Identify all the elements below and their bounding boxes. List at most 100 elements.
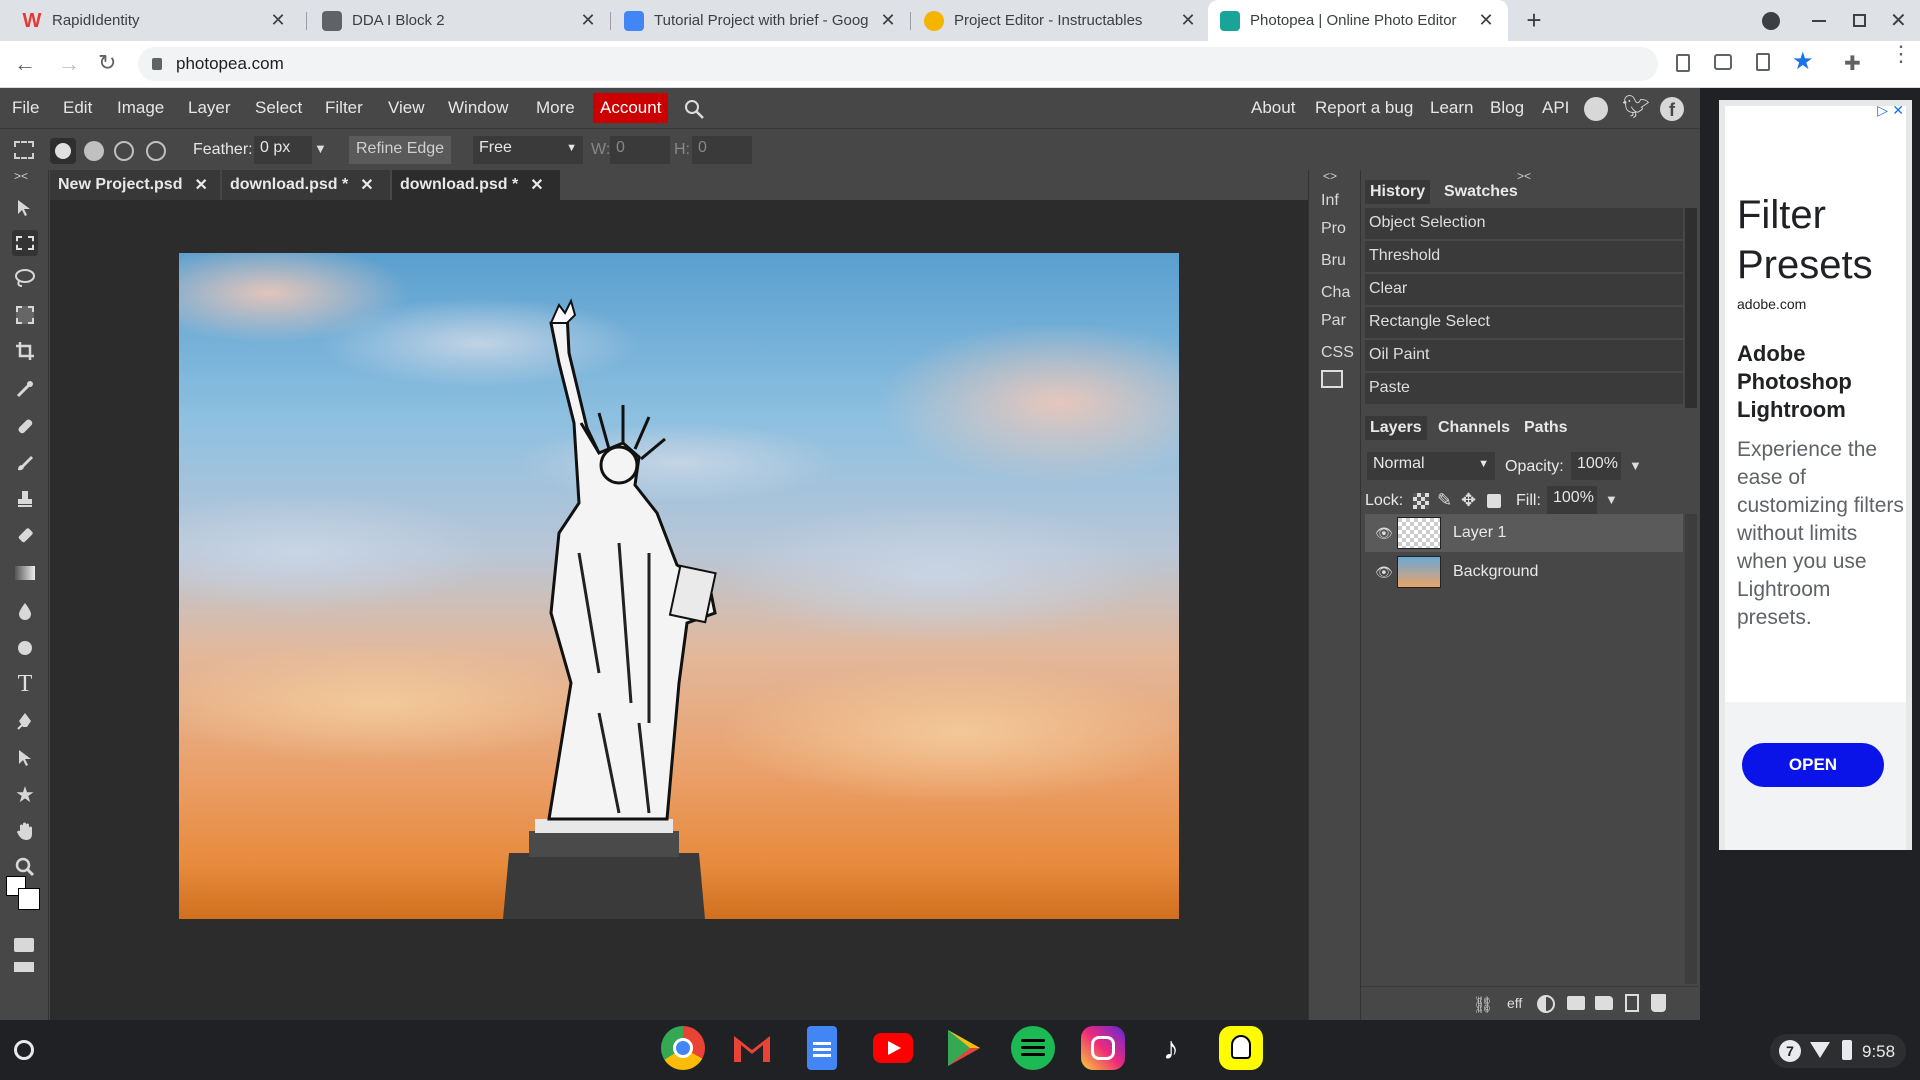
page-icon[interactable] bbox=[1756, 53, 1770, 71]
learn-link[interactable]: Learn bbox=[1430, 98, 1473, 118]
visibility-eye-icon[interactable]: 👁︎ bbox=[1375, 564, 1393, 581]
tab-rapididentity[interactable]: W RapidIdentity ✕ bbox=[10, 0, 300, 41]
tab-google-doc[interactable]: Tutorial Project with brief - Goog ✕ bbox=[612, 0, 910, 41]
twitter-icon[interactable]: 🐦︎ bbox=[1622, 94, 1650, 120]
layer-name[interactable]: Layer 1 bbox=[1453, 524, 1506, 542]
layers-tab[interactable]: Layers bbox=[1365, 416, 1427, 440]
feather-input[interactable]: 0 px bbox=[254, 136, 312, 164]
history-scrollbar[interactable] bbox=[1685, 208, 1697, 408]
play-store-app-icon[interactable] bbox=[942, 1026, 986, 1070]
history-tab[interactable]: History bbox=[1365, 180, 1431, 204]
paragraph-panel-button[interactable]: Par bbox=[1321, 312, 1346, 330]
close-window-icon[interactable]: ✕ bbox=[1890, 8, 1907, 33]
extensions-icon[interactable]: ✚ bbox=[1844, 51, 1861, 76]
menu-more[interactable]: More bbox=[536, 98, 575, 118]
brush-panel-button[interactable]: Bru bbox=[1321, 252, 1346, 270]
layer-name[interactable]: Background bbox=[1453, 563, 1538, 581]
layer-row[interactable]: 👁︎ Background bbox=[1365, 553, 1683, 591]
instagram-app-icon[interactable] bbox=[1081, 1026, 1125, 1070]
opacity-dropdown-icon[interactable]: ▼ bbox=[1629, 458, 1642, 473]
close-doc-icon[interactable]: ✕ bbox=[530, 175, 543, 195]
tab-close-icon[interactable]: ✕ bbox=[878, 10, 898, 31]
bookmark-star-icon[interactable]: ★ bbox=[1792, 47, 1814, 76]
history-item[interactable]: Oil Paint bbox=[1365, 340, 1683, 372]
launcher-icon[interactable] bbox=[14, 1040, 34, 1060]
move-tool-icon[interactable] bbox=[12, 195, 38, 221]
restore-icon[interactable] bbox=[1853, 14, 1866, 27]
back-icon[interactable]: ← bbox=[14, 51, 36, 77]
lock-move-icon[interactable]: ✥ bbox=[1461, 490, 1476, 511]
layer-mask-icon[interactable] bbox=[1567, 996, 1585, 1010]
image-canvas[interactable] bbox=[179, 253, 1179, 919]
doc-tab-download-active[interactable]: download.psd * ✕ bbox=[392, 170, 560, 200]
pen-tool-icon[interactable] bbox=[12, 708, 38, 734]
paths-tab[interactable]: Paths bbox=[1519, 416, 1573, 440]
layers-scrollbar[interactable] bbox=[1685, 514, 1697, 984]
eyedropper-tool-icon[interactable] bbox=[12, 376, 38, 402]
tab-close-icon[interactable]: ✕ bbox=[1178, 10, 1198, 31]
subtract-selection-icon[interactable] bbox=[114, 141, 134, 161]
search-icon[interactable] bbox=[683, 98, 705, 120]
effects-button[interactable]: eff bbox=[1507, 995, 1522, 1011]
ad-close-icon[interactable]: ✕ bbox=[1892, 102, 1904, 119]
report-bug-link[interactable]: Report a bug bbox=[1315, 98, 1413, 118]
opacity-input[interactable]: 100% bbox=[1571, 452, 1621, 480]
tab-photopea[interactable]: Photopea | Online Photo Editor ✕ bbox=[1208, 0, 1508, 41]
api-link[interactable]: API bbox=[1542, 98, 1569, 118]
lock-brush-icon[interactable]: ✎ bbox=[1437, 490, 1452, 511]
brush-tool-icon[interactable] bbox=[12, 450, 38, 476]
image-panel-icon[interactable] bbox=[1321, 370, 1343, 388]
lock-all-icon[interactable] bbox=[1487, 494, 1501, 508]
refine-edge-button[interactable]: Refine Edge bbox=[349, 136, 452, 164]
close-doc-icon[interactable]: ✕ bbox=[360, 175, 373, 195]
screen-mode-icon[interactable] bbox=[14, 962, 34, 972]
history-item[interactable]: Object Selection bbox=[1365, 208, 1683, 240]
add-selection-icon[interactable] bbox=[84, 141, 104, 161]
gmail-app-icon[interactable] bbox=[730, 1026, 774, 1070]
lock-transparency-icon[interactable] bbox=[1413, 493, 1429, 509]
menu-layer[interactable]: Layer bbox=[188, 98, 231, 118]
history-item[interactable]: Rectangle Select bbox=[1365, 307, 1683, 339]
doc-tab-download[interactable]: download.psd * ✕ bbox=[222, 170, 390, 200]
tab-close-icon[interactable]: ✕ bbox=[578, 10, 598, 31]
new-group-icon[interactable] bbox=[1595, 996, 1613, 1010]
menu-edit[interactable]: Edit bbox=[63, 98, 92, 118]
fill-dropdown-icon[interactable]: ▼ bbox=[1605, 492, 1618, 507]
spotify-app-icon[interactable] bbox=[1011, 1026, 1055, 1070]
menu-filter[interactable]: Filter bbox=[325, 98, 363, 118]
history-item[interactable]: Threshold bbox=[1365, 241, 1683, 273]
new-tab-button[interactable]: + bbox=[1520, 6, 1548, 34]
delete-layer-icon[interactable] bbox=[1651, 994, 1666, 1012]
lasso-tool-icon[interactable] bbox=[12, 265, 38, 291]
reload-icon[interactable]: ↻ bbox=[98, 50, 116, 76]
forward-icon[interactable]: → bbox=[58, 51, 80, 77]
height-input[interactable]: 0 bbox=[692, 136, 752, 164]
blur-tool-icon[interactable] bbox=[12, 598, 38, 624]
menu-view[interactable]: View bbox=[388, 98, 425, 118]
youtube-app-icon[interactable] bbox=[873, 1033, 913, 1063]
path-select-tool-icon[interactable] bbox=[12, 745, 38, 771]
menu-window[interactable]: Window bbox=[448, 98, 508, 118]
notification-count-badge[interactable]: 7 bbox=[1779, 1040, 1801, 1062]
doc-tab-new-project[interactable]: New Project.psd ✕ bbox=[50, 170, 220, 200]
type-tool-icon[interactable]: T bbox=[12, 671, 38, 697]
tab-close-icon[interactable]: ✕ bbox=[268, 10, 288, 31]
adjustment-layer-icon[interactable] bbox=[1537, 995, 1555, 1013]
facebook-icon[interactable]: f bbox=[1660, 97, 1684, 121]
reddit-icon[interactable] bbox=[1584, 97, 1608, 121]
swatches-tab[interactable]: Swatches bbox=[1439, 180, 1523, 204]
tab-instructables[interactable]: Project Editor - Instructables ✕ bbox=[912, 0, 1210, 41]
background-color-swatch[interactable] bbox=[18, 888, 40, 910]
css-panel-button[interactable]: CSS bbox=[1321, 344, 1354, 362]
properties-panel-button[interactable]: Pro bbox=[1321, 220, 1346, 238]
visibility-eye-icon[interactable]: 👁︎ bbox=[1375, 525, 1393, 542]
chrome-app-icon[interactable] bbox=[661, 1026, 705, 1070]
style-select[interactable]: Free ▼ bbox=[473, 136, 583, 164]
blend-mode-select[interactable]: Normal ▼ bbox=[1367, 452, 1495, 480]
close-doc-icon[interactable]: ✕ bbox=[194, 175, 207, 195]
tiktok-app-icon[interactable]: ♪ bbox=[1149, 1026, 1193, 1070]
account-button[interactable]: Account bbox=[593, 93, 669, 123]
docs-app-icon[interactable] bbox=[807, 1026, 837, 1070]
shape-tool-icon[interactable]: ★ bbox=[12, 782, 38, 808]
clone-stamp-tool-icon[interactable] bbox=[12, 486, 38, 512]
